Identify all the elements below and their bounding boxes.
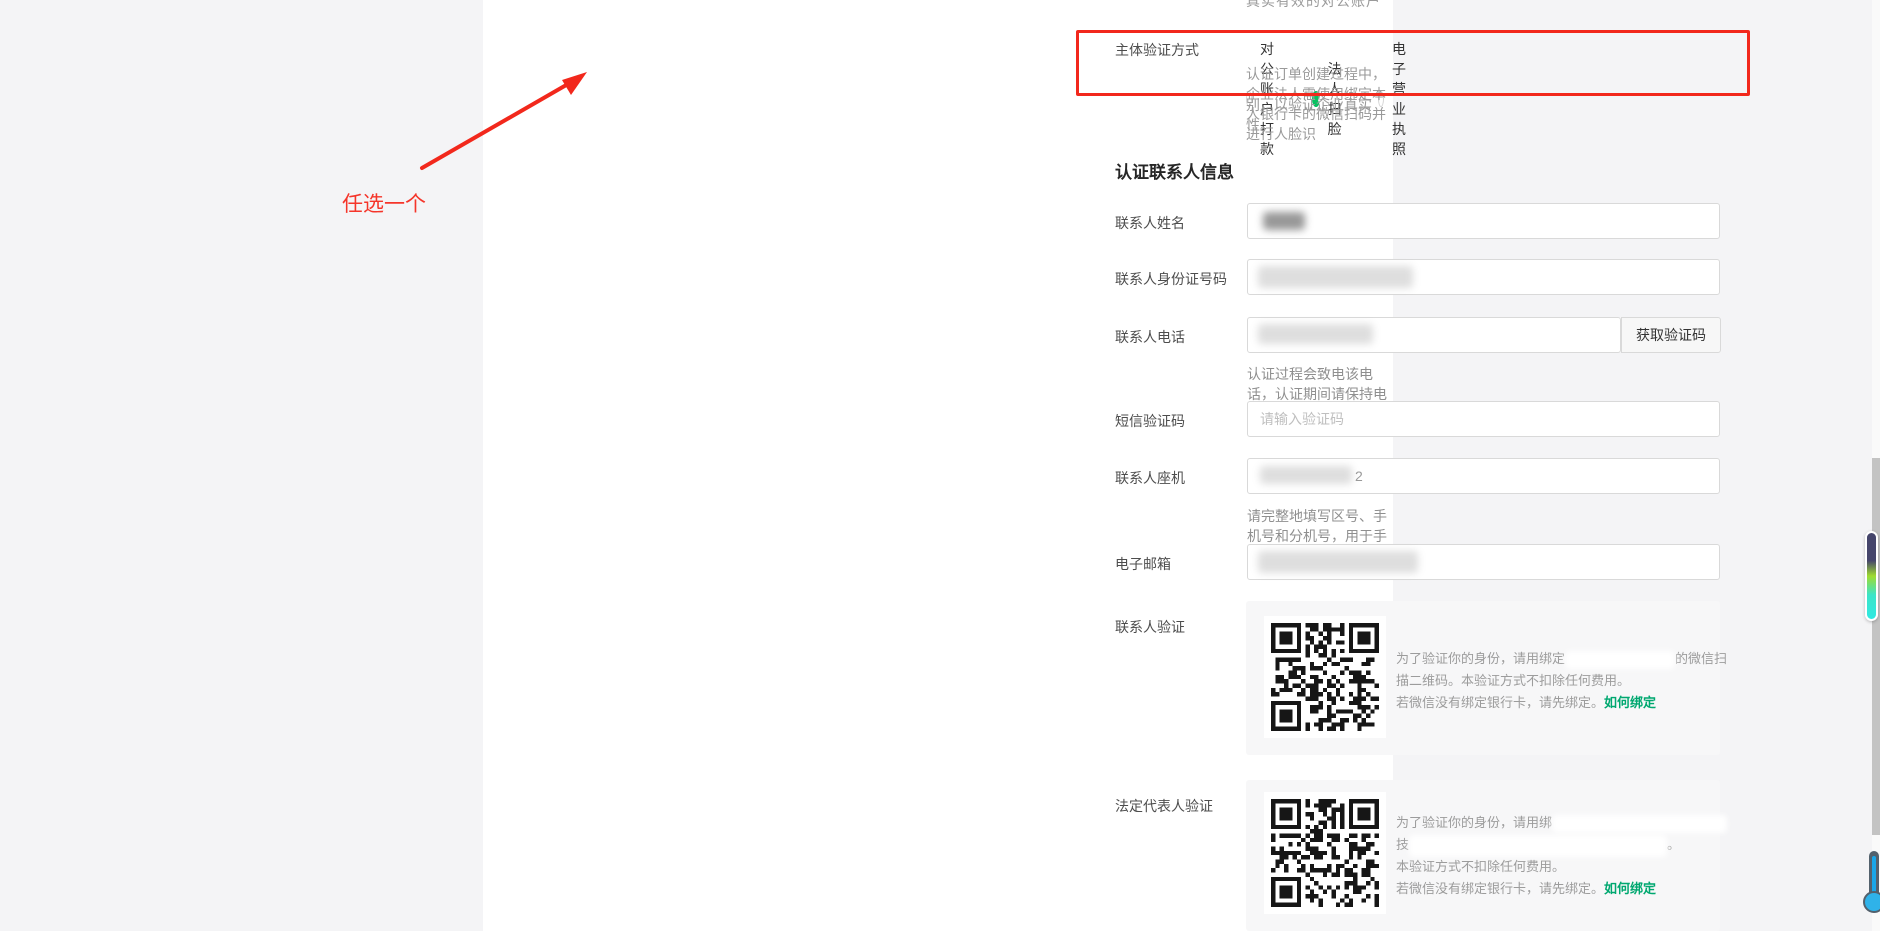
redacted-phone-value: [1258, 324, 1373, 344]
thermometer-widget-bulb[interactable]: [1863, 891, 1880, 913]
how-to-bind-link[interactable]: 如何绑定: [1604, 881, 1656, 896]
qr1-text-line2: 描二维码。本验证方式不扣除任何费用。: [1396, 670, 1630, 689]
qr2-text-line4: 若微信没有绑定银行卡，请先绑定。如何绑定: [1396, 878, 1656, 897]
qr2-line4-prefix: 若微信没有绑定银行卡，请先绑定。: [1396, 881, 1604, 896]
sms-code-input[interactable]: [1247, 401, 1720, 437]
form-panel: 真实有效的对公账户 主体验证方式 对公账户打款 法人扫脸 电子营业执照 认证订单…: [483, 0, 1393, 931]
qr1-line3-prefix: 若微信没有绑定银行卡，请先绑定。: [1396, 695, 1604, 710]
qr2-line2-fragment: 技: [1396, 837, 1409, 852]
page: 真实有效的对公账户 主体验证方式 对公账户打款 法人扫脸 电子营业执照 认证订单…: [0, 0, 1880, 931]
qr-code: [1271, 623, 1379, 731]
landline-visible-digit: 2: [1355, 468, 1363, 484]
qr-code: [1271, 799, 1379, 907]
qr1-text-line3: 若微信没有绑定银行卡，请先绑定。如何绑定: [1396, 692, 1656, 711]
redacted-landline-value: [1260, 466, 1352, 484]
redacted-text: [1552, 815, 1727, 833]
contact-name-input[interactable]: [1247, 203, 1720, 239]
contact-name-label: 联系人姓名: [1115, 213, 1185, 233]
qr2-text-line3: 本验证方式不扣除任何费用。: [1396, 856, 1565, 875]
redacted-email-value: [1258, 551, 1418, 573]
contact-verify-label: 联系人验证: [1115, 617, 1185, 637]
qr2-text-line1: 为了验证你的身份，请用绑: [1396, 812, 1727, 833]
scroll-progress-widget[interactable]: [1865, 531, 1878, 621]
qr2-line1-prefix: 为了验证你的身份，请用绑: [1396, 815, 1552, 830]
qr2-line2-tail: 。: [1667, 837, 1680, 852]
annotation-text: 任选一个: [342, 188, 426, 218]
qr2-text-line2: 技。: [1396, 834, 1680, 857]
radio-label: 电子营业执照: [1392, 39, 1416, 159]
qr1-line1-suffix: 的微信扫: [1675, 651, 1727, 666]
scrollbar-thumb[interactable]: [1872, 458, 1880, 835]
qr-frame: [1264, 792, 1386, 914]
qr1-text-line1: 为了验证你的身份，请用绑定 的微信扫: [1396, 648, 1727, 669]
legal-verify-label: 法定代表人验证: [1115, 796, 1213, 816]
contact-phone-label: 联系人电话: [1115, 327, 1185, 347]
redacted-name-value: [1263, 212, 1305, 230]
verify-description-line2: 别，以验证企业真实性。: [1246, 95, 1393, 135]
qr1-line1-prefix: 为了验证你的身份，请用绑定: [1396, 651, 1565, 666]
how-to-bind-link[interactable]: 如何绑定: [1604, 695, 1656, 710]
contact-id-label: 联系人身份证号码: [1115, 269, 1227, 289]
email-label: 电子邮箱: [1115, 554, 1171, 574]
sms-code-label: 短信验证码: [1115, 411, 1185, 431]
get-code-button[interactable]: 获取验证码: [1621, 317, 1721, 353]
redacted-id-value: [1258, 266, 1413, 288]
clipped-top-text: 真实有效的对公账户: [1246, 0, 1381, 11]
qr-frame: [1264, 616, 1386, 738]
landline-label: 联系人座机: [1115, 468, 1185, 488]
redacted-company-name: [1409, 835, 1667, 857]
section-title: 认证联系人信息: [1115, 158, 1234, 183]
redacted-wechat-name: [1565, 651, 1675, 669]
verify-method-label: 主体验证方式: [1115, 42, 1199, 58]
